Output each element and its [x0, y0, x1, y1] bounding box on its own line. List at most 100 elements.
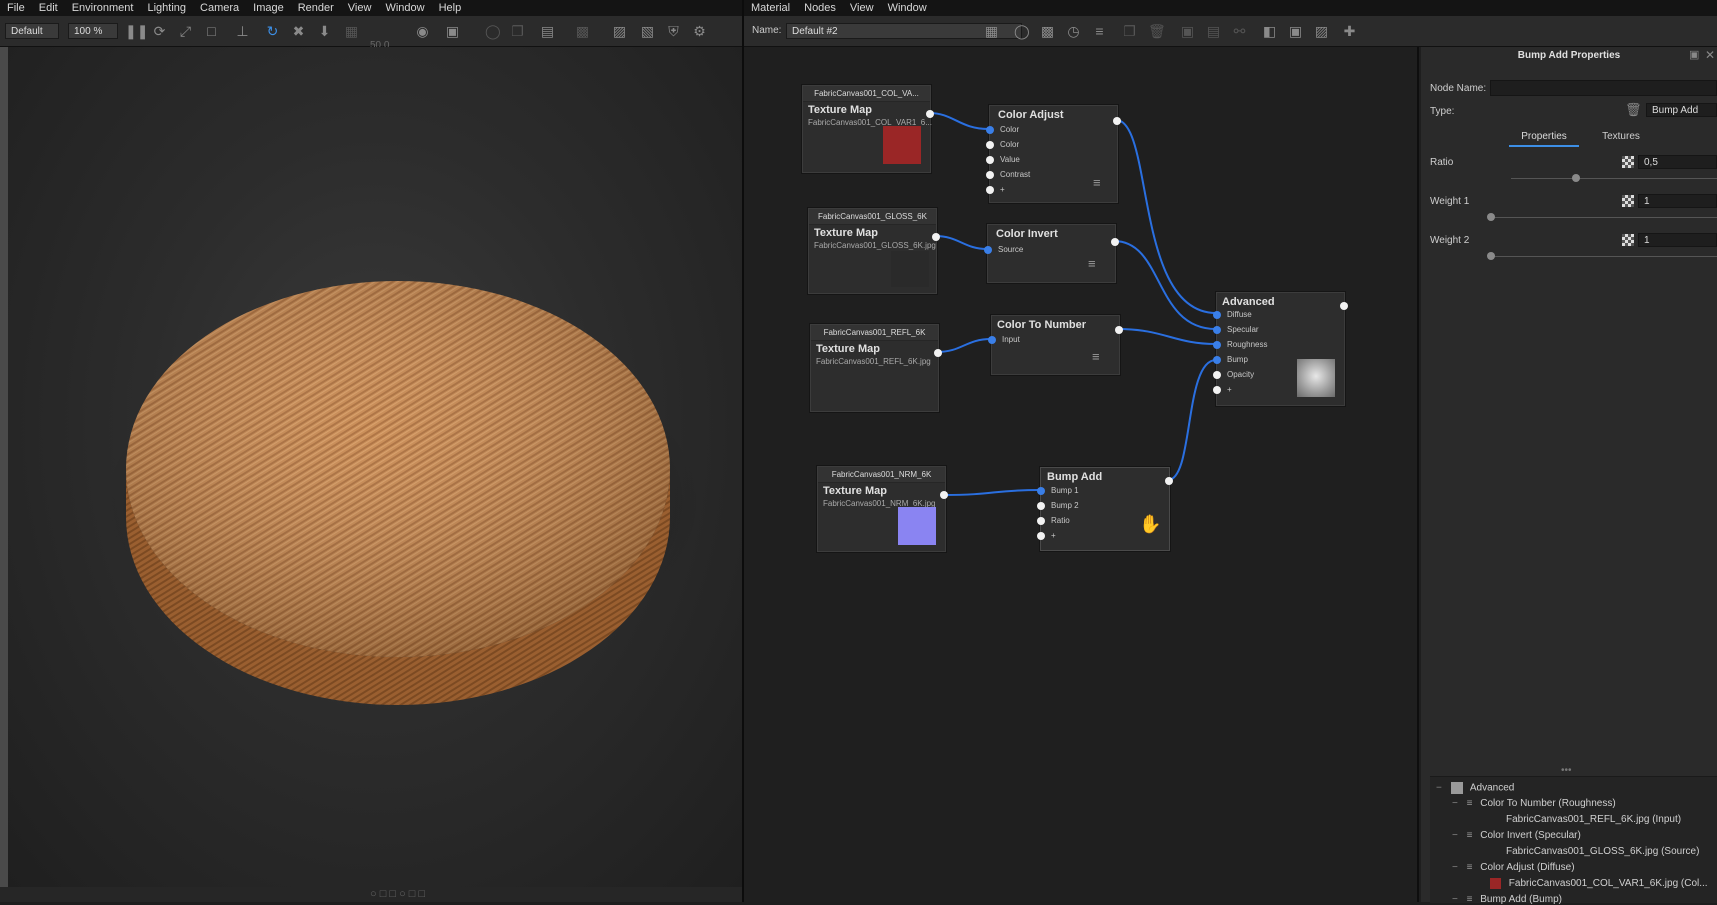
circle-icon[interactable]: ◯	[485, 24, 501, 39]
texture-map-node-nrm[interactable]: FabricCanvas001_NRM_6K Texture Map Fabri…	[817, 466, 948, 552]
arrange-icon[interactable]: ◧	[1262, 24, 1277, 39]
ratio-slider-thumb[interactable]	[1572, 174, 1580, 182]
input-port-opacity[interactable]	[1213, 371, 1221, 379]
output-port[interactable]	[934, 349, 942, 357]
input-port-bump1[interactable]	[1037, 487, 1045, 495]
zoom-select[interactable]: 100 %	[68, 23, 118, 39]
weight1-texture-icon[interactable]	[1622, 195, 1634, 207]
input-port-contrast[interactable]	[986, 171, 994, 179]
bump-add-node[interactable]: Bump Add Bump 1 Bump 2 Ratio + ✋	[1037, 467, 1173, 551]
sliders-icon[interactable]: ≡	[1092, 24, 1107, 39]
weight1-slider-thumb[interactable]	[1487, 213, 1495, 221]
collapse-icon[interactable]: −	[1436, 783, 1442, 794]
tree-item-color-invert[interactable]: − ≡ Color Invert (Specular)	[1452, 830, 1581, 841]
input-port-diffuse[interactable]	[1213, 311, 1221, 319]
undock-icon[interactable]: ▣	[1689, 48, 1699, 61]
output-port[interactable]	[1111, 238, 1119, 246]
input-port-color[interactable]	[986, 126, 994, 134]
advanced-material-node[interactable]: Advanced Diffuse Specular Roughness Bump…	[1213, 292, 1348, 406]
menu-file[interactable]: File	[0, 0, 32, 16]
tree-item-color-adjust[interactable]: − ≡ Color Adjust (Diffuse)	[1452, 862, 1575, 873]
texture-map-node-refl[interactable]: FabricCanvas001_REFL_6K Texture Map Fabr…	[810, 324, 942, 412]
output-port[interactable]	[940, 491, 948, 499]
menu-environment[interactable]: Environment	[65, 0, 141, 16]
minimap-icon[interactable]: ▨	[1314, 24, 1329, 39]
color-to-number-node[interactable]: Color To Number Input ≡	[988, 315, 1123, 375]
weight2-slider-track[interactable]	[1490, 256, 1717, 257]
camera-icon[interactable]: ◉	[415, 24, 430, 39]
weight1-slider-track[interactable]	[1490, 217, 1717, 218]
sliders-icon[interactable]: ≡	[1092, 350, 1100, 363]
snapshot-icon[interactable]: ▣	[445, 24, 460, 39]
menu-view[interactable]: View	[341, 0, 379, 16]
input-port-roughness[interactable]	[1213, 341, 1221, 349]
expand-icon[interactable]: ✖	[291, 24, 306, 39]
orbit-icon[interactable]: ⟳	[152, 24, 167, 39]
input-port-bump2[interactable]	[1037, 502, 1045, 510]
collapse-icon[interactable]: −	[1452, 798, 1458, 809]
input-port-specular[interactable]	[1213, 326, 1221, 334]
output-port[interactable]	[926, 110, 934, 118]
output-port[interactable]	[1115, 326, 1123, 334]
input-port-value[interactable]	[986, 156, 994, 164]
menu-nodes[interactable]: Nodes	[797, 0, 843, 16]
menu-view-nodes[interactable]: View	[843, 0, 881, 16]
tree-item-advanced[interactable]: − Advanced	[1436, 782, 1514, 794]
input-port-input[interactable]	[988, 336, 996, 344]
texture-map-node-col[interactable]: FabricCanvas001_COL_VA... Texture Map Fa…	[802, 85, 934, 173]
tree-item-color-to-number[interactable]: − ≡ Color To Number (Roughness)	[1452, 798, 1616, 809]
menu-material[interactable]: Material	[744, 0, 797, 16]
menu-window[interactable]: Window	[378, 0, 431, 16]
texture-map-node-gloss[interactable]: FabricCanvas001_GLOSS_6K Texture Map Fab…	[808, 208, 940, 294]
input-port-ratio[interactable]	[1037, 517, 1045, 525]
ratio-field[interactable]: 0,5	[1638, 155, 1717, 169]
shield-icon[interactable]: ⛨	[666, 24, 681, 39]
output-port[interactable]	[932, 233, 940, 241]
tab-textures[interactable]: Textures	[1591, 131, 1651, 142]
checker-icon[interactable]: ▩	[1040, 24, 1055, 39]
grid-icon[interactable]: ▦	[344, 24, 359, 39]
type-select[interactable]: Bump Add	[1646, 103, 1717, 117]
copy-icon[interactable]: ❐	[510, 24, 525, 39]
duplicate-icon[interactable]: ❐	[1122, 24, 1137, 39]
menu-camera[interactable]: Camera	[193, 0, 246, 16]
delete-icon[interactable]: 🗑	[1148, 24, 1166, 39]
weight2-field[interactable]: 1	[1638, 233, 1717, 247]
ratio-slider-track[interactable]	[1511, 178, 1717, 179]
layers-icon[interactable]: ▤	[540, 24, 555, 39]
ungroup-icon[interactable]: ▤	[1206, 24, 1221, 39]
color-adjust-node[interactable]: Color Adjust Color Color Value Contrast …	[986, 105, 1121, 203]
sphere-icon[interactable]: ◯	[1014, 24, 1030, 39]
frame-icon[interactable]: □	[204, 24, 219, 39]
group-icon[interactable]: ▣	[1180, 24, 1195, 39]
node-name-field[interactable]	[1490, 80, 1717, 96]
stack-icon[interactable]: ▩	[575, 24, 590, 39]
menu-render[interactable]: Render	[291, 0, 341, 16]
tree-item-col-texture[interactable]: FabricCanvas001_COL_VAR1_6K.jpg (Col...	[1490, 878, 1708, 889]
timer-icon[interactable]: ◷	[1066, 24, 1081, 39]
input-port-add[interactable]	[1037, 532, 1045, 540]
pause-icon[interactable]: ❚❚	[125, 24, 148, 39]
close-icon[interactable]: ✕	[1705, 48, 1715, 62]
output-port[interactable]	[1165, 477, 1173, 485]
collapse-icon[interactable]: ✚	[1342, 24, 1357, 39]
node-editor[interactable]: FabricCanvas001_COL_VA... Texture Map Fa…	[744, 47, 1419, 902]
sliders-icon[interactable]: ≡	[1093, 176, 1101, 189]
input-port-add[interactable]	[986, 186, 994, 194]
tab-properties[interactable]: Properties	[1509, 131, 1579, 147]
preset-select[interactable]: Default	[5, 23, 59, 39]
input-port-source[interactable]	[984, 246, 992, 254]
trash-icon[interactable]: 🗑	[1625, 102, 1642, 118]
window-icon[interactable]: ▨	[612, 24, 627, 39]
menu-image[interactable]: Image	[246, 0, 291, 16]
weight2-texture-icon[interactable]	[1622, 234, 1634, 246]
input-port-add[interactable]	[1213, 386, 1221, 394]
input-port-bump[interactable]	[1213, 356, 1221, 364]
collapse-icon[interactable]: −	[1452, 862, 1458, 873]
link-icon[interactable]: ⚯	[1232, 24, 1247, 39]
collapse-icon[interactable]: −	[1452, 894, 1458, 905]
menu-edit[interactable]: Edit	[32, 0, 65, 16]
output-port[interactable]	[1113, 117, 1121, 125]
tree-item-bump-add[interactable]: − ≡ Bump Add (Bump)	[1452, 894, 1562, 905]
output-port[interactable]	[1340, 302, 1348, 310]
